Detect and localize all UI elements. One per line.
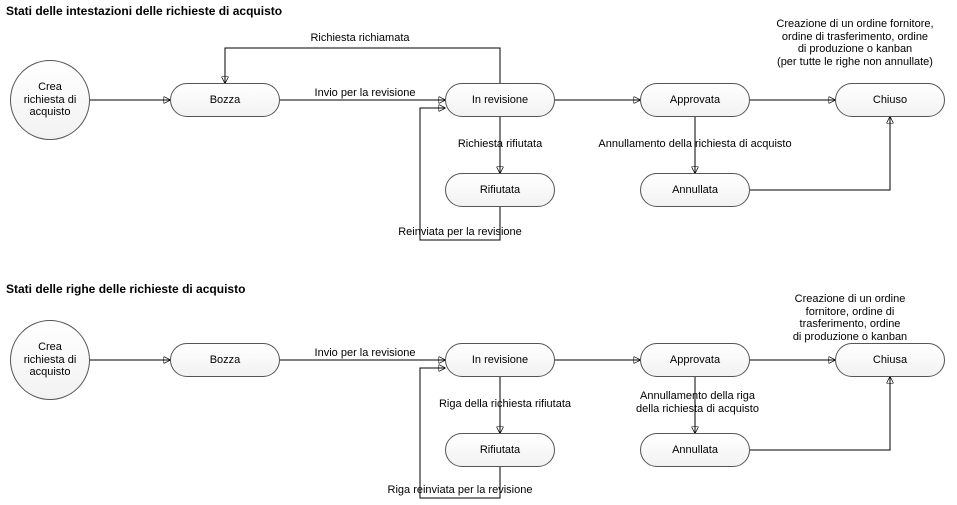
d1-annullata-node: Annullata <box>640 173 750 207</box>
d2-annullata-node: Annullata <box>640 433 750 467</box>
d1-bozza-node: Bozza <box>170 83 280 117</box>
d1-bozza-label: Bozza <box>210 94 241 107</box>
d1-start-label: Crea richiesta di acquisto <box>17 81 83 119</box>
d1-edge-creazione: Creazione di un ordine fornitore, ordine… <box>755 18 955 69</box>
d1-edge-invio: Invio per la revisione <box>290 87 440 100</box>
d2-edge-creazione: Creazione di un ordine fornitore, ordine… <box>755 293 945 344</box>
d1-inrevisione-node: In revisione <box>445 83 555 117</box>
d1-start-node: Crea richiesta di acquisto <box>10 60 90 140</box>
d1-rifiutata-label: Rifiutata <box>480 184 520 197</box>
d2-annullata-label: Annullata <box>672 444 718 457</box>
d2-chiusa-node: Chiusa <box>835 343 945 377</box>
d2-inrevisione-label: In revisione <box>472 354 528 367</box>
d2-rifiutata-node: Rifiutata <box>445 433 555 467</box>
connectors <box>0 0 957 505</box>
diagram1-title: Stati delle intestazioni delle richieste… <box>6 4 282 18</box>
d1-approvata-node: Approvata <box>640 83 750 117</box>
d2-edge-invio: Invio per la revisione <box>290 347 440 360</box>
d2-inrevisione-node: In revisione <box>445 343 555 377</box>
diagram2-title: Stati delle righe delle richieste di acq… <box>6 282 245 296</box>
d2-bozza-label: Bozza <box>210 354 241 367</box>
d2-chiusa-label: Chiusa <box>873 354 907 367</box>
d2-start-label: Crea richiesta di acquisto <box>17 341 83 379</box>
d1-annullata-label: Annullata <box>672 184 718 197</box>
d1-rifiutata-node: Rifiutata <box>445 173 555 207</box>
workflow-diagram: Stati delle intestazioni delle richieste… <box>0 0 957 505</box>
d1-inrevisione-label: In revisione <box>472 94 528 107</box>
d1-approvata-label: Approvata <box>670 94 720 107</box>
d1-edge-rifiutata: Richiesta rifiutata <box>440 138 560 151</box>
d2-approvata-node: Approvata <box>640 343 750 377</box>
d2-bozza-node: Bozza <box>170 343 280 377</box>
d2-edge-annullamentoriga: Annullamento della riga della richiesta … <box>610 390 785 415</box>
d1-edge-annullamento: Annullamento della richiesta di acquisto <box>580 138 810 151</box>
d2-approvata-label: Approvata <box>670 354 720 367</box>
d1-chiuso-node: Chiuso <box>835 83 945 117</box>
d1-edge-reinviata: Reinviata per la revisione <box>375 226 545 239</box>
d1-chiuso-label: Chiuso <box>873 94 907 107</box>
d2-edge-rigarifiutata: Riga della richiesta rifiutata <box>420 398 590 411</box>
d1-edge-richiamata: Richiesta richiamata <box>285 32 435 45</box>
d2-edge-rigareinviata: Riga reinviata per la revisione <box>355 484 565 497</box>
d2-start-node: Crea richiesta di acquisto <box>10 320 90 400</box>
d2-rifiutata-label: Rifiutata <box>480 444 520 457</box>
